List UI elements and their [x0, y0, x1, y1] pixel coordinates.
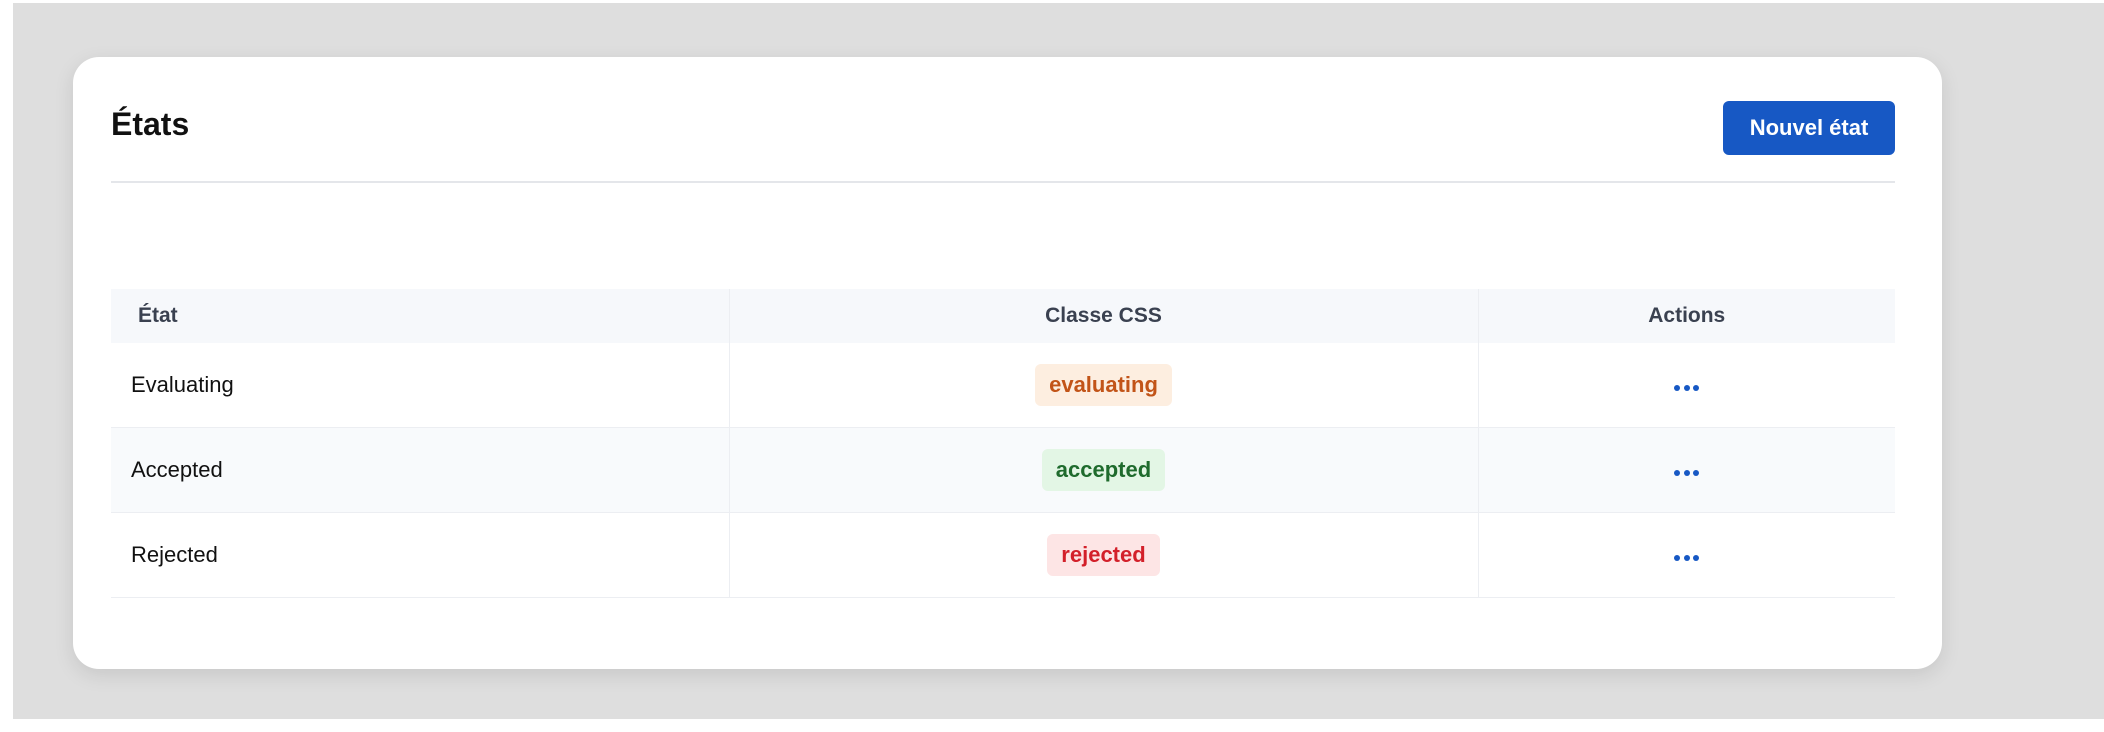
- table-row: Evaluating evaluating: [111, 343, 1895, 428]
- actions-cell: [1477, 512, 1895, 598]
- actions-cell: [1477, 343, 1895, 428]
- column-header-state: État: [111, 289, 729, 343]
- card-header: États Nouvel état: [111, 57, 1895, 183]
- states-table: État Classe CSS Actions Evaluating evalu…: [111, 289, 1895, 598]
- state-name-cell: Rejected: [111, 512, 729, 598]
- state-name-cell: Evaluating: [111, 343, 729, 428]
- table-row: Rejected rejected: [111, 512, 1895, 598]
- table-row: Accepted accepted: [111, 427, 1895, 513]
- css-class-cell: evaluating: [728, 343, 1478, 428]
- css-class-badge: rejected: [1047, 534, 1160, 576]
- page-background: États Nouvel état État Classe CSS Action…: [13, 3, 2104, 719]
- table-header-row: État Classe CSS Actions: [111, 289, 1895, 343]
- row-actions-button[interactable]: [1664, 543, 1709, 570]
- more-horizontal-icon: [1674, 549, 1700, 564]
- state-name-cell: Accepted: [111, 427, 729, 513]
- row-actions-button[interactable]: [1664, 458, 1709, 485]
- more-horizontal-icon: [1674, 379, 1700, 394]
- css-class-badge: accepted: [1041, 449, 1166, 491]
- css-class-cell: accepted: [728, 427, 1478, 513]
- states-card: États Nouvel état État Classe CSS Action…: [73, 57, 1942, 669]
- row-actions-button[interactable]: [1664, 373, 1709, 400]
- css-class-badge: evaluating: [1035, 364, 1172, 406]
- column-header-css-class: Classe CSS: [728, 289, 1478, 343]
- page-title: États: [111, 106, 190, 142]
- more-horizontal-icon: [1674, 464, 1700, 479]
- new-state-button[interactable]: Nouvel état: [1723, 101, 1895, 155]
- column-header-actions: Actions: [1477, 289, 1895, 343]
- css-class-cell: rejected: [728, 512, 1478, 598]
- actions-cell: [1477, 427, 1895, 513]
